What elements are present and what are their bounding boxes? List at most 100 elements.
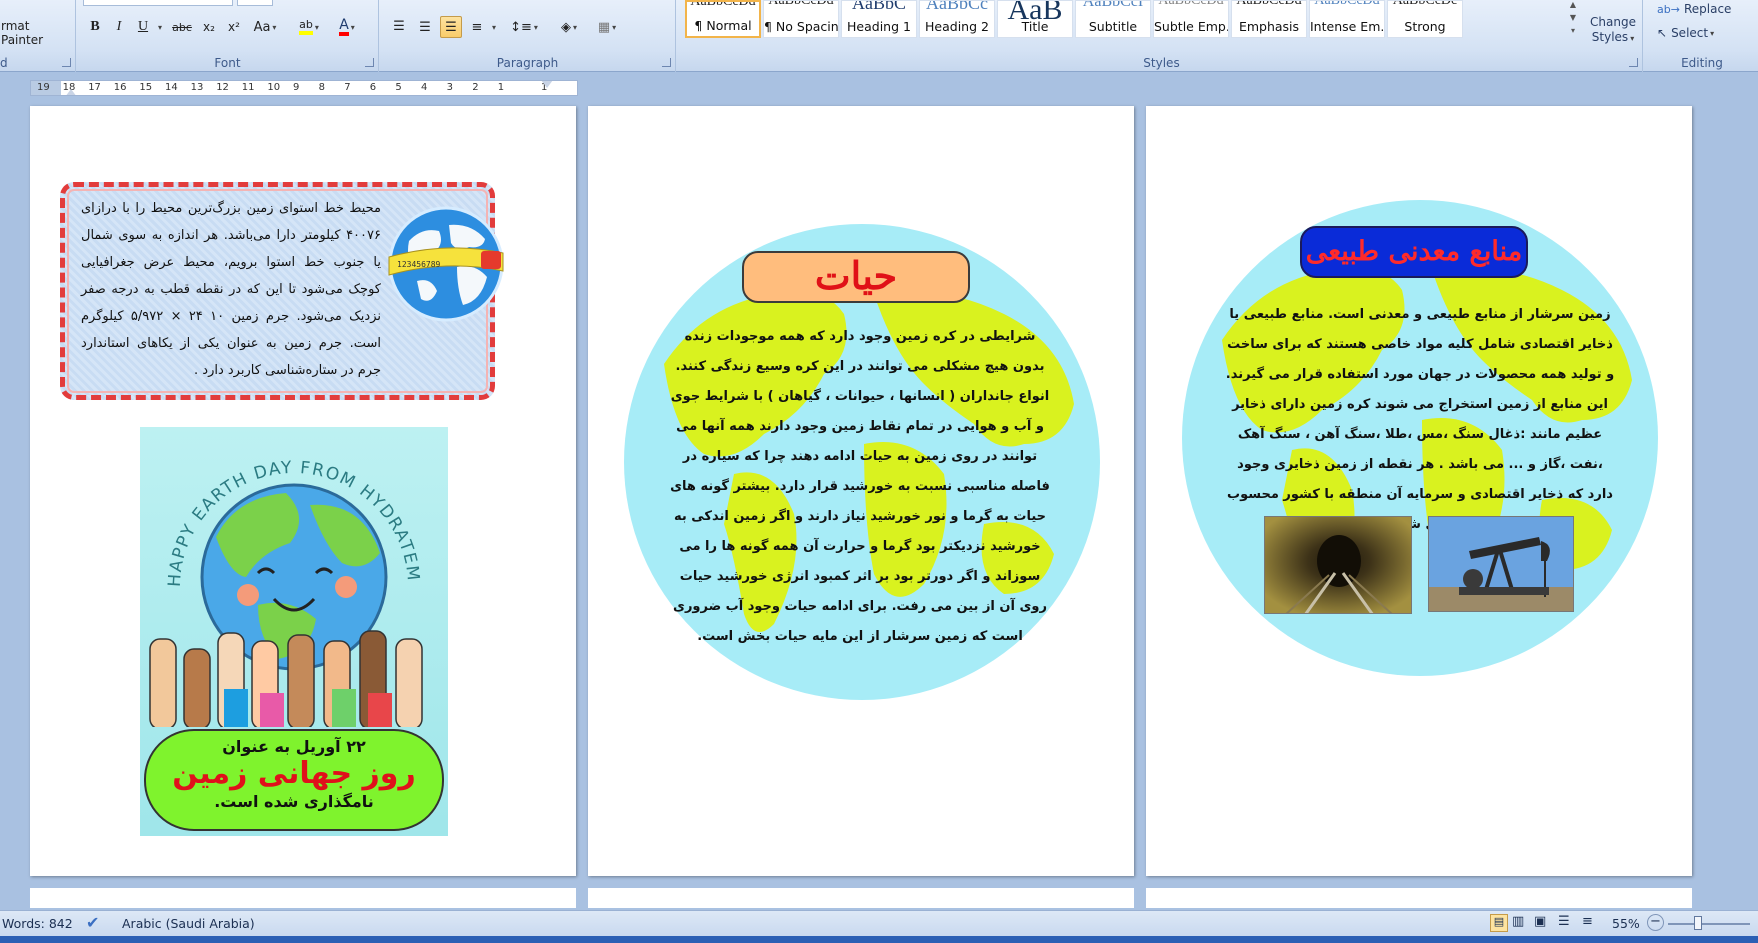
replace-label: Replace [1683,2,1732,16]
style-heading-2[interactable]: AaBbCc Heading 2 [919,0,995,38]
style-name-label: Intense Em... [1310,19,1384,34]
web-layout-view-icon[interactable]: ▣ [1534,914,1546,929]
text-highlight-button[interactable]: ab ▾ [292,16,326,38]
zoom-slider-thumb[interactable] [1694,916,1702,930]
first-line-indent-icon[interactable] [65,89,77,95]
italic-button[interactable]: I [109,16,129,38]
style-preview-text: AaBbCcDd [1158,0,1224,8]
align-left-button[interactable]: ☰ [388,16,410,38]
superscript-button[interactable]: x² [223,16,245,38]
horizontal-ruler[interactable]: 19 18 17 16 15 14 13 12 11 10 9 8 7 6 5 4 3 2 1 1 [30,80,578,96]
earth-info-box: محیط خط استوای زمین بزرگ‌ترین محیط را با… [60,182,504,400]
change-case-button[interactable]: Aa ▾ [248,16,282,38]
ruler-tick-label: 3 [446,82,453,93]
font-color-icon: A [339,18,349,36]
ruler-tick-label: 8 [318,82,325,93]
justify-dropdown-icon[interactable]: ▾ [488,16,498,38]
ruler-tick-label: 6 [369,82,377,93]
page-3[interactable]: منابع معدنی طبیعی زمین سرشار از منابع طب… [1146,106,1692,876]
gallery-scroll-down-icon[interactable]: ▼ [1566,13,1580,25]
align-center-button[interactable]: ☰ [414,16,436,38]
gallery-scroll-up-icon[interactable]: ▲ [1566,0,1580,12]
style-emphasis[interactable]: AaBbCcDd Emphasis [1231,0,1307,38]
format-painter-button[interactable]: rmat Painter [0,19,74,47]
line-spacing-button[interactable]: ↕≡ ▾ [508,16,540,38]
indent-marker-icon[interactable] [541,81,553,88]
ruler-tick-label: 2 [472,82,479,93]
subscript-button[interactable]: x₂ [198,16,220,38]
style-strong[interactable]: AaBbCcDc Strong [1387,0,1463,38]
earth-info-text: محیط خط استوای زمین بزرگ‌ترین محیط را با… [81,201,381,378]
outline-view-icon[interactable]: ☰ [1558,914,1570,929]
gallery-more-icon[interactable]: ▾ [1566,26,1580,38]
font-name-box[interactable] [83,0,233,6]
style-subtle-emp[interactable]: AaBbCcDd Subtle Emp... [1153,0,1229,38]
zoom-slider[interactable] [1668,923,1750,925]
style-preview-text: AaBbCcDd [768,0,834,8]
ruler-tick-label: 4 [421,82,428,93]
ruler-tick-label: 11 [241,82,255,93]
shading-button[interactable]: ◈ ▾ [552,16,586,38]
cursor-arrow-icon: ↖ [1657,26,1668,40]
style-subtitle[interactable]: AaBbCcI Subtitle [1075,0,1151,38]
style-name-label: Title [1021,19,1049,34]
ruler-tick-label: 13 [190,82,204,93]
draft-view-icon[interactable]: ≡ [1582,914,1593,929]
change-case-label: Aa [253,19,271,35]
replace-button[interactable]: ab→ Replace [1656,0,1736,20]
page-2[interactable]: حیات شرایطی در کره زمین وجود دارد که همه… [588,106,1134,876]
paragraph-group-label: Paragraph [496,56,559,70]
font-size-box[interactable] [237,0,273,6]
proofing-status-icon[interactable]: ✔ [86,913,99,932]
clipboard-group: rmat Painter d [0,0,76,72]
paragraph-launcher-icon[interactable] [662,58,671,67]
underline-button[interactable]: U [133,16,153,38]
ruler-tick-label: 15 [139,82,153,93]
style-preview-text: AaBbCcDd [690,0,756,9]
natural-resources-paragraph: زمین سرشار از منابع طبیعی و معدنی است. م… [1225,307,1615,532]
earth-day-caption-line1: ۲۲ آوریل به عنوان [222,737,366,756]
borders-button[interactable]: ▦ ▾ [590,16,624,38]
style-title[interactable]: AaB Title [997,0,1073,38]
ruler-tick-label: 14 [165,82,178,93]
svg-text:123456789: 123456789 [397,260,441,269]
style-heading-1[interactable]: AaBbC Heading 1 [841,0,917,38]
zoom-out-icon[interactable]: − [1647,914,1664,931]
ribbon: rmat Painter d B I U ▾ abc x₂ x² Aa ▾ ab ▾… [0,0,1758,72]
font-launcher-icon[interactable] [365,58,374,67]
page-1[interactable]: محیط خط استوای زمین بزرگ‌ترین محیط را با… [30,106,576,876]
font-color-button[interactable]: A ▾ [330,16,364,38]
bold-button[interactable]: B [85,16,105,38]
life-paragraph: شرایطی در کره زمین وجود دارد که همه موجو… [670,329,1050,644]
styles-launcher-icon[interactable] [1629,58,1638,67]
clipboard-launcher-icon[interactable] [62,58,71,67]
earth-day-caption-title: روز جهانی زمین [172,756,416,791]
style-name-label: Heading 2 [925,19,989,34]
full-screen-reading-view-icon[interactable]: ▥ [1512,914,1524,929]
style-intense-em[interactable]: AaBbCcDd Intense Em... [1309,0,1385,38]
word-count[interactable]: Words: 842 [2,916,73,931]
mine-tunnel-photo [1264,516,1412,614]
justify-button[interactable]: ≡ [466,16,488,38]
strikethrough-button[interactable]: abc [169,16,195,38]
change-styles-button[interactable]: Change Styles ▾ [1585,12,1641,48]
zoom-level[interactable]: 55% [1612,916,1640,931]
underline-dropdown-icon[interactable]: ▾ [154,16,164,38]
taskbar-strip [0,936,1758,943]
style-name-label: Emphasis [1238,19,1300,34]
print-layout-view-icon[interactable]: ▤ [1490,914,1508,932]
language-indicator[interactable]: Arabic (Saudi Arabia) [122,916,255,931]
style-name-label: ¶ Normal [694,18,752,33]
page-5-top [588,888,1134,908]
styles-group-label: Styles [1143,56,1180,70]
earth-day-caption-line3: نامگذاری شده است. [214,792,374,811]
ruler-tick-label: 16 [113,82,127,93]
select-button[interactable]: ↖ Select ▾ [1656,22,1736,44]
page-4-top [30,888,576,908]
ruler-tick-label: 10 [267,82,281,93]
style-normal[interactable]: AaBbCcDd ¶ Normal [685,0,761,38]
ruler-tick-label: 12 [216,82,229,93]
ruler-tick-label: 9 [293,82,300,93]
align-right-button[interactable]: ☰ [440,16,462,38]
style-no-spacing[interactable]: AaBbCcDd ¶ No Spacing [763,0,839,38]
